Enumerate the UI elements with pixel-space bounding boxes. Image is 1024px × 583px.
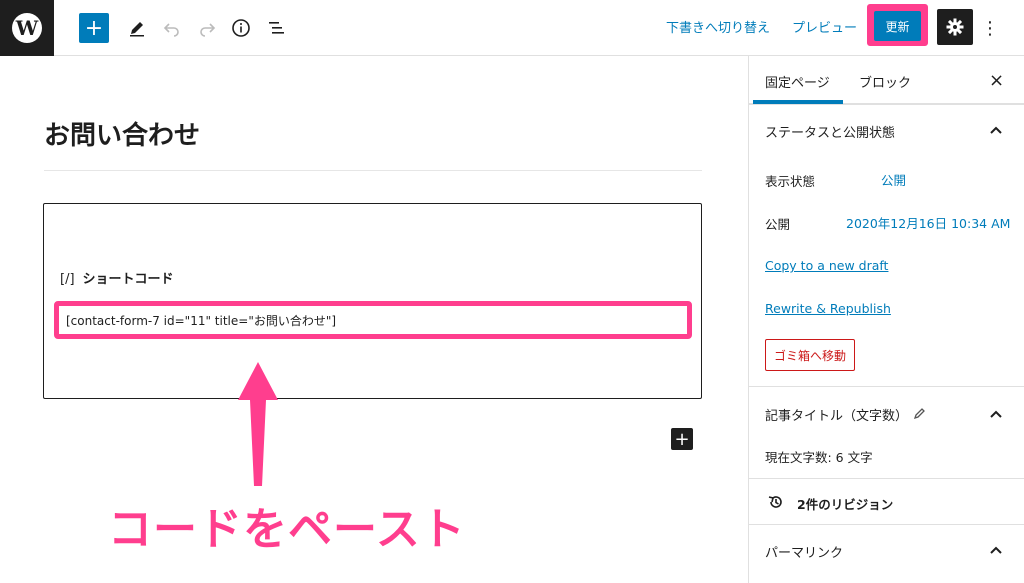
visibility-toggle[interactable]: 公開 (881, 170, 906, 189)
undo-icon[interactable] (157, 13, 187, 43)
sidebar-tabs: 固定ページ ブロック × (749, 56, 1024, 104)
tab-page[interactable]: 固定ページ (765, 72, 830, 91)
publish-label: 公開 (765, 217, 791, 232)
tab-block[interactable]: ブロック (859, 72, 911, 91)
copy-to-draft-link[interactable]: Copy to a new draft (765, 258, 888, 273)
pencil-icon[interactable] (122, 13, 152, 43)
visibility-label: 表示状態 (765, 174, 816, 189)
divider (749, 386, 1024, 387)
more-options-button[interactable]: ⋮ (980, 13, 1000, 43)
wordpress-logo[interactable]: W (0, 0, 54, 56)
preview-link[interactable]: プレビュー (792, 17, 857, 36)
info-icon[interactable] (226, 13, 256, 43)
redo-icon[interactable] (192, 13, 222, 43)
close-icon[interactable]: × (989, 70, 1004, 91)
divider (749, 104, 1024, 105)
page-title[interactable]: お問い合わせ (44, 115, 200, 152)
shortcode-label-text: ショートコード (82, 272, 174, 287)
arrow-up-icon (238, 362, 278, 486)
history-icon (768, 496, 782, 508)
shortcode-input[interactable]: [contact-form-7 id="11" title="お問い合わせ"] (60, 306, 686, 334)
chevron-up-icon[interactable] (989, 407, 1003, 421)
revisions-link[interactable]: 2件のリビジョン (797, 494, 893, 513)
divider (749, 524, 1024, 525)
divider (749, 478, 1024, 479)
switch-to-draft-link[interactable]: 下書きへ切り替え (666, 17, 770, 36)
chevron-up-icon[interactable] (989, 123, 1003, 137)
title-count-value: 現在文字数: 6 文字 (765, 450, 873, 465)
list-view-icon[interactable] (262, 13, 292, 43)
pencil-icon (913, 408, 925, 420)
block-inserter-button[interactable]: + (671, 428, 693, 450)
gear-icon (946, 18, 964, 36)
settings-button[interactable] (937, 9, 973, 45)
rewrite-republish-link[interactable]: Rewrite & Republish (765, 301, 891, 316)
update-button[interactable]: 更新 (874, 11, 921, 41)
status-panel-title[interactable]: ステータスと公開状態 (765, 122, 895, 141)
publish-date-toggle[interactable]: 2020年12月16日 10:34 AM (846, 213, 1010, 232)
wordpress-icon: W (12, 13, 42, 43)
permalink-panel-title[interactable]: パーマリンク (765, 542, 843, 561)
chevron-up-icon[interactable] (989, 543, 1003, 557)
title-count-panel-title[interactable]: 記事タイトル（文字数） (765, 405, 908, 424)
shortcode-icon: [/] (60, 272, 75, 287)
move-to-trash-button[interactable]: ゴミ箱へ移動 (765, 339, 855, 371)
title-separator (44, 170, 702, 171)
shortcode-block-label: [/] ショートコード (60, 268, 174, 287)
top-toolbar: W + 下書きへ切り替え プレビュー 更新 ⋮ (0, 0, 1024, 56)
add-block-button[interactable]: + (79, 13, 109, 43)
settings-sidebar: 固定ページ ブロック × ステータスと公開状態 表示状態 公開 公開 2020年… (748, 56, 1024, 583)
paste-code-annotation: コードをペースト (107, 503, 467, 557)
